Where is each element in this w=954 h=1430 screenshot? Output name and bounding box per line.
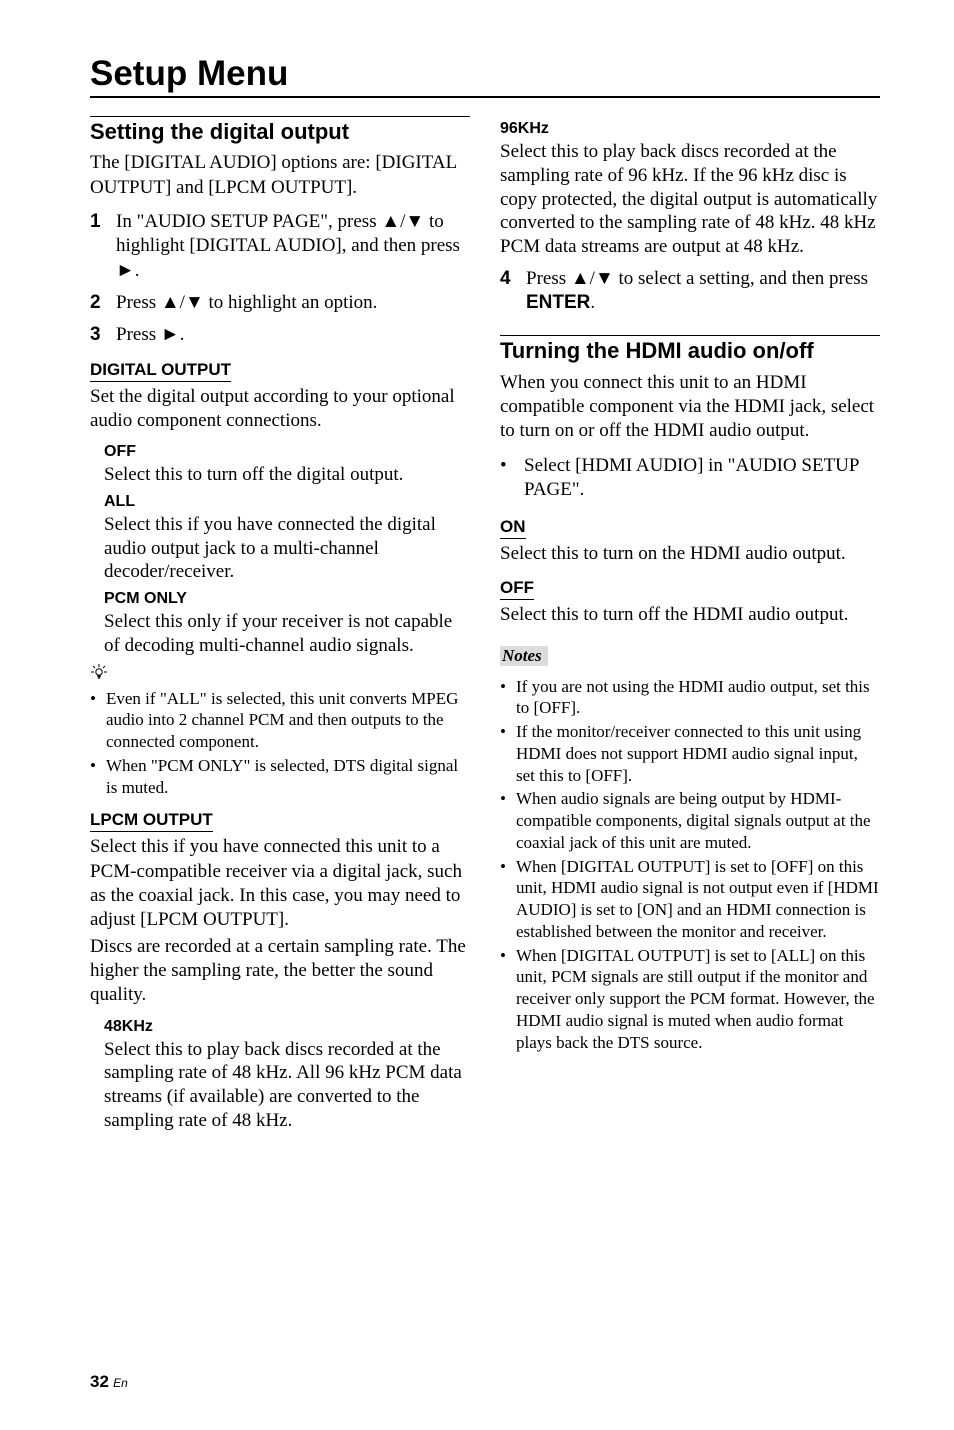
- bullet-dot: •: [500, 721, 516, 743]
- subheading-on: ON: [500, 517, 526, 539]
- enter-key-label: ENTER: [526, 292, 590, 313]
- step-text: Press ▲/▼ to highlight an option.: [116, 291, 470, 315]
- step-number: 4: [500, 267, 526, 291]
- option-text: Select this if you have connected the di…: [104, 513, 470, 584]
- note-text: When [DIGITAL OUTPUT] is set to [OFF] on…: [516, 856, 880, 943]
- option-pcm-only: PCM ONLY Select this only if your receiv…: [90, 590, 470, 658]
- digital-output-body: Set the digital output according to your…: [90, 385, 470, 434]
- page-number-value: 32: [90, 1372, 109, 1391]
- option-label: OFF: [104, 443, 470, 461]
- digital-steps: 1In "AUDIO SETUP PAGE", press ▲/▼ to hig…: [90, 210, 470, 348]
- option-text: Select this to turn off the digital outp…: [104, 463, 470, 487]
- step4-pre: Press ▲/▼ to select a setting, and then …: [526, 268, 868, 289]
- section-intro-digital: The [DIGITAL AUDIO] options are: [DIGITA…: [90, 151, 470, 200]
- page-number-suffix: En: [113, 1376, 128, 1390]
- option-label: PCM ONLY: [104, 590, 470, 608]
- option-off: OFF Select this to turn off the digital …: [90, 443, 470, 487]
- bullet-dot: •: [90, 688, 106, 710]
- subheading-off: OFF: [500, 578, 534, 600]
- note-text: If you are not using the HDMI audio outp…: [516, 676, 880, 720]
- option-label: 96KHz: [500, 120, 880, 138]
- section-title-digital: Setting the digital output: [90, 119, 470, 145]
- option-label: 48KHz: [104, 1018, 470, 1036]
- step-4: 4 Press ▲/▼ to select a setting, and the…: [500, 267, 880, 316]
- tip-text: When "PCM ONLY" is selected, DTS digital…: [106, 755, 470, 799]
- option-text: Select this to play back discs recorded …: [500, 140, 880, 259]
- section-rule: [90, 116, 470, 117]
- option-label: ALL: [104, 493, 470, 511]
- bullet-dot: •: [500, 945, 516, 967]
- chapter-title: Setup Menu: [90, 54, 880, 94]
- bullet-dot: •: [500, 676, 516, 698]
- bullet-dot: •: [500, 788, 516, 810]
- option-all: ALL Select this if you have connected th…: [90, 493, 470, 584]
- step-number: 1: [90, 210, 116, 234]
- lpcm-body-2: Discs are recorded at a certain sampling…: [90, 935, 470, 1008]
- step4-post: .: [590, 292, 595, 313]
- subheading-digital-output: DIGITAL OUTPUT: [90, 360, 231, 382]
- option-text: Select this only if your receiver is not…: [104, 610, 470, 658]
- step-number: 3: [90, 323, 116, 347]
- tip-icon: [90, 664, 470, 684]
- section-rule: [500, 335, 880, 336]
- left-column: Setting the digital output The [DIGITAL …: [90, 116, 470, 1139]
- tips-list: •Even if "ALL" is selected, this unit co…: [90, 688, 470, 799]
- lpcm-body-1: Select this if you have connected this u…: [90, 835, 470, 932]
- step-text: Press ▲/▼ to select a setting, and then …: [526, 267, 880, 316]
- right-column: 96KHz Select this to play back discs rec…: [500, 116, 880, 1139]
- notes-list: •If you are not using the HDMI audio out…: [500, 676, 880, 1054]
- hdmi-action: • Select [HDMI AUDIO] in "AUDIO SETUP PA…: [500, 454, 880, 503]
- option-96khz: 96KHz Select this to play back discs rec…: [500, 120, 880, 259]
- step-text: In "AUDIO SETUP PAGE", press ▲/▼ to high…: [116, 210, 470, 283]
- section-title-hdmi: Turning the HDMI audio on/off: [500, 338, 880, 364]
- option-48khz: 48KHz Select this to play back discs rec…: [90, 1018, 470, 1133]
- page-number: 32 En: [90, 1372, 128, 1392]
- off-text: Select this to turn off the HDMI audio o…: [500, 603, 880, 627]
- bullet-dot: •: [500, 454, 524, 479]
- note-text: If the monitor/receiver connected to thi…: [516, 721, 880, 786]
- note-text: When audio signals are being output by H…: [516, 788, 880, 853]
- subheading-lpcm: LPCM OUTPUT: [90, 810, 213, 832]
- step-text: Press ►.: [116, 323, 470, 347]
- on-text: Select this to turn on the HDMI audio ou…: [500, 542, 880, 566]
- option-text: Select this to play back discs recorded …: [104, 1038, 470, 1133]
- hdmi-intro: When you connect this unit to an HDMI co…: [500, 371, 880, 444]
- note-text: When [DIGITAL OUTPUT] is set to [ALL] on…: [516, 945, 880, 1054]
- bullet-dot: •: [90, 755, 106, 777]
- chapter-rule: [90, 96, 880, 98]
- notes-label: Notes: [500, 646, 548, 666]
- step-number: 2: [90, 291, 116, 315]
- bullet-dot: •: [500, 856, 516, 878]
- tip-text: Even if "ALL" is selected, this unit con…: [106, 688, 470, 753]
- hdmi-action-text: Select [HDMI AUDIO] in "AUDIO SETUP PAGE…: [524, 454, 880, 503]
